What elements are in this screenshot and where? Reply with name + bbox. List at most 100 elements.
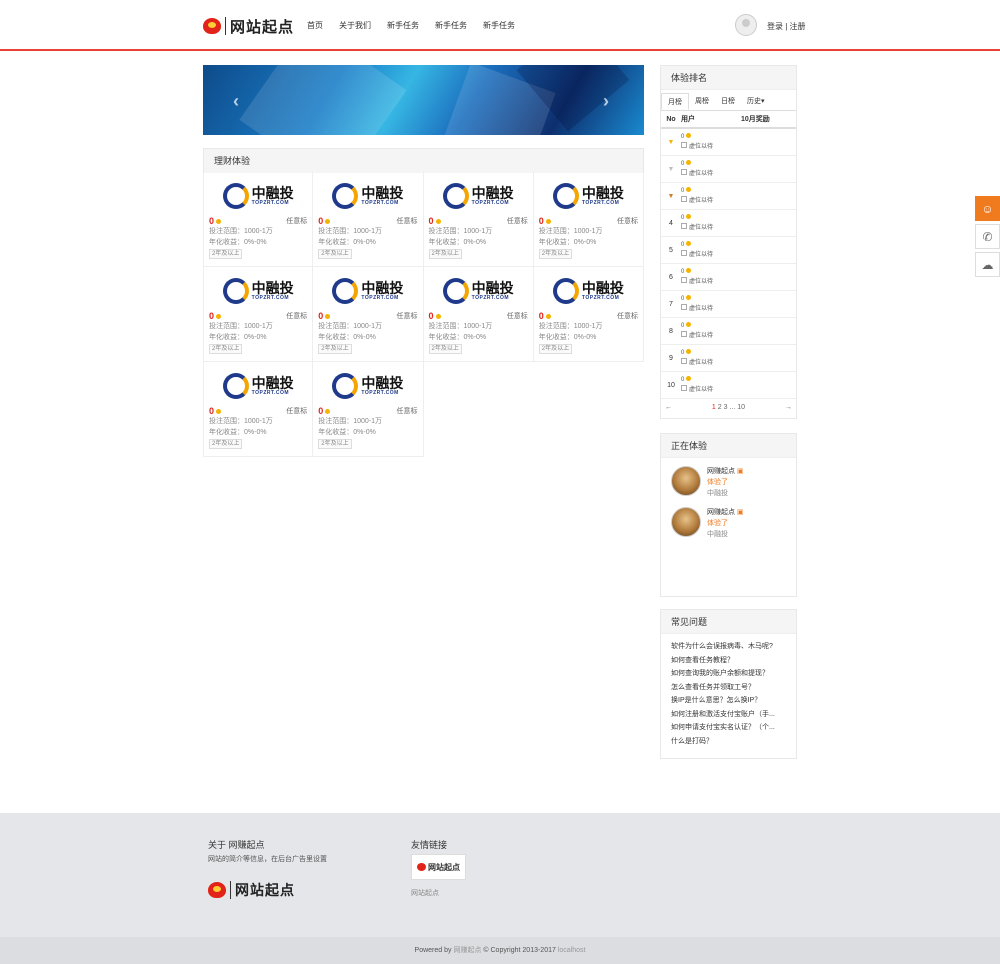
- coin-icon: [686, 375, 692, 381]
- exp-user[interactable]: 网赚起点 ▣: [707, 466, 744, 477]
- pager-page[interactable]: 10: [737, 404, 745, 411]
- site-header: 网站起点 首页 关于我们 新手任务 新手任务 新手任务 登录 | 注册: [0, 0, 1000, 51]
- swirl-logo-icon: [332, 278, 359, 304]
- faq-item[interactable]: 换IP是什么意思？怎么换IP？: [671, 694, 786, 708]
- product-term-tag: 2年及以上: [538, 344, 573, 354]
- logo-mark-icon: [417, 863, 426, 871]
- nav-item-task-3[interactable]: 新手任务: [483, 20, 515, 31]
- friend-link[interactable]: 网站起点: [411, 888, 439, 898]
- tab-month[interactable]: 月榜: [661, 93, 689, 110]
- nav-item-task-1[interactable]: 新手任务: [387, 20, 419, 31]
- copyright-site-link[interactable]: 网赚起点: [453, 947, 481, 954]
- coin-icon: [686, 159, 692, 165]
- tab-week[interactable]: 周榜: [689, 93, 715, 110]
- product-type: 任意标: [506, 312, 528, 320]
- tab-history[interactable]: 历史▾: [741, 93, 771, 110]
- site-logo[interactable]: 网站起点: [203, 15, 294, 37]
- product-card[interactable]: 中融投 TOPZRT.COM 0 任意标 投注范围：1000-1万 年化收益：0%-0% 2…: [203, 172, 314, 267]
- exp-product[interactable]: 中融投: [707, 529, 744, 540]
- wechat-icon[interactable]: ☁: [975, 252, 1000, 277]
- rank-number: 4: [669, 219, 673, 227]
- rank-user: 虚位以待: [681, 168, 713, 179]
- product-count: 0: [538, 215, 544, 226]
- product-term-tag: 2年及以上: [209, 249, 243, 259]
- product-site: TOPZRT.COM: [361, 389, 399, 396]
- product-card[interactable]: 中融投 TOPZRT.COM 0 任意标 投注范围：1000-1万 年化收益：0%-0% 2…: [203, 267, 314, 362]
- faq-item[interactable]: 怎么查看任务并领取工号？: [671, 681, 786, 695]
- rank-user: 虚位以待: [681, 195, 713, 206]
- user-icon: [681, 330, 687, 337]
- friend-link-logo[interactable]: 网站起点: [411, 854, 466, 880]
- faq-item[interactable]: 如何查看任务教程？: [671, 654, 786, 668]
- footer-logo[interactable]: 网站起点: [208, 879, 295, 901]
- banner-next-icon[interactable]: ›: [603, 91, 609, 112]
- footer-about-text: 网站的简介等信息，在后台广告里设置: [208, 856, 327, 863]
- rank-user: 虚位以待: [681, 222, 713, 233]
- ranking-row: 10 0 虚位以待: [661, 372, 796, 399]
- product-logo: 中融投 TOPZRT.COM: [209, 177, 307, 215]
- user-icon: [681, 222, 687, 229]
- product-brand: 中融投: [251, 374, 294, 391]
- exp-product[interactable]: 中融投: [707, 488, 744, 499]
- faq-panel: 常见问题 软件为什么会误报病毒、木马呢? 如何查看任务教程？ 如何查询我的账户余…: [660, 609, 797, 759]
- user-icon: [681, 384, 687, 391]
- banner-prev-icon[interactable]: ‹: [233, 91, 239, 112]
- product-card[interactable]: 中融投 TOPZRT.COM 0 任意标 投注范围：1000-1万 年化收益：0%-0% 2…: [313, 267, 424, 362]
- product-type: 任意标: [506, 217, 528, 225]
- faq-item[interactable]: 如何申请支付宝实名认证？（个...: [671, 721, 786, 735]
- product-card[interactable]: 中融投 TOPZRT.COM 0 任意标 投注范围：1000-1万 年化收益：0%-0% 2…: [533, 267, 644, 362]
- tab-day[interactable]: 日榜: [715, 93, 741, 110]
- product-card[interactable]: 中融投 TOPZRT.COM 0 任意标 投注范围：1000-1万 年化收益：0%-0% 2…: [313, 362, 424, 457]
- nav-item-home[interactable]: 首页: [307, 20, 323, 31]
- pager-next[interactable]: →: [785, 399, 792, 417]
- copyright-host-link[interactable]: localhost: [558, 947, 586, 954]
- product-card[interactable]: 中融投 TOPZRT.COM 0 任意标 投注范围：1000-1万 年化收益：0%-0% 2…: [423, 172, 534, 267]
- product-term-tag: 2年及以上: [209, 439, 243, 449]
- rank-score: 0: [681, 268, 685, 275]
- product-card[interactable]: 中融投 TOPZRT.COM 0 任意标 投注范围：1000-1万 年化收益：0%-0% 2…: [533, 172, 644, 267]
- faq-item[interactable]: 什么是打码？: [671, 735, 786, 749]
- product-count: 0: [538, 310, 544, 321]
- user-icon: [681, 168, 687, 175]
- pager-prev[interactable]: ←: [665, 399, 672, 417]
- product-count: 0: [318, 310, 324, 321]
- footer-logo-text: 网站起点: [235, 882, 295, 898]
- product-yield: 年化收益：0%-0%: [538, 334, 597, 341]
- swirl-logo-icon: [442, 278, 469, 304]
- avatar[interactable]: [671, 466, 701, 496]
- login-register-link[interactable]: 登录 | 注册: [767, 21, 806, 32]
- rank-user: 虚位以待: [681, 330, 713, 341]
- banner-carousel[interactable]: ‹ ›: [203, 65, 644, 135]
- product-brand: 中融投: [251, 184, 294, 201]
- exp-user[interactable]: 网赚起点 ▣: [707, 507, 744, 518]
- product-logo: 中融投 TOPZRT.COM: [318, 177, 417, 215]
- logo-mark-icon: [203, 18, 221, 34]
- product-card[interactable]: 中融投 TOPZRT.COM 0 任意标 投注范围：1000-1万 年化收益：0%-0% 2…: [203, 362, 314, 457]
- faq-item[interactable]: 如何查询我的账户余额和提现？: [671, 667, 786, 681]
- rank-user: 虚位以待: [681, 141, 713, 152]
- logo-divider: [230, 881, 231, 899]
- rank-score: 0: [681, 214, 685, 221]
- coin-icon: [545, 218, 551, 224]
- nav-item-task-2[interactable]: 新手任务: [435, 20, 467, 31]
- phone-icon[interactable]: ✆: [975, 224, 1000, 249]
- ranking-header: No 用户 10月奖励: [661, 111, 796, 129]
- nav-item-about[interactable]: 关于我们: [339, 20, 371, 31]
- product-grid: 中融投 TOPZRT.COM 0 任意标 投注范围：1000-1万 年化收益：0%-0% 2…: [203, 172, 644, 457]
- pager-page[interactable]: 3: [724, 404, 728, 411]
- faq-item[interactable]: 如何注册和激活支付宝账户（手...: [671, 708, 786, 722]
- product-type: 任意标: [396, 407, 418, 415]
- user-avatar-icon[interactable]: [735, 14, 757, 36]
- coin-icon: [435, 218, 441, 224]
- coin-icon: [325, 218, 331, 224]
- product-card[interactable]: 中融投 TOPZRT.COM 0 任意标 投注范围：1000-1万 年化收益：0%-0% 2…: [423, 267, 534, 362]
- product-card[interactable]: 中融投 TOPZRT.COM 0 任意标 投注范围：1000-1万 年化收益：0%-0% 2…: [313, 172, 424, 267]
- support-icon[interactable]: ☺: [975, 196, 1000, 221]
- avatar[interactable]: [671, 507, 701, 537]
- friend-link-logo-text: 网站起点: [428, 862, 460, 872]
- faq-item[interactable]: 软件为什么会误报病毒、木马呢?: [671, 640, 786, 654]
- ranking-tabs: 月榜 周榜 日榜 历史▾: [661, 93, 796, 111]
- pager-page[interactable]: 1: [712, 404, 716, 411]
- ranking-rows: ▼ 0 虚位以待 ▼ 0 虚位以待 ▼ 0 虚位以待 4 0 虚位以待 5 0 虚位以待 6 0 虚位以待 7 0 虚位…: [661, 129, 796, 399]
- pager-page[interactable]: 2: [718, 404, 722, 411]
